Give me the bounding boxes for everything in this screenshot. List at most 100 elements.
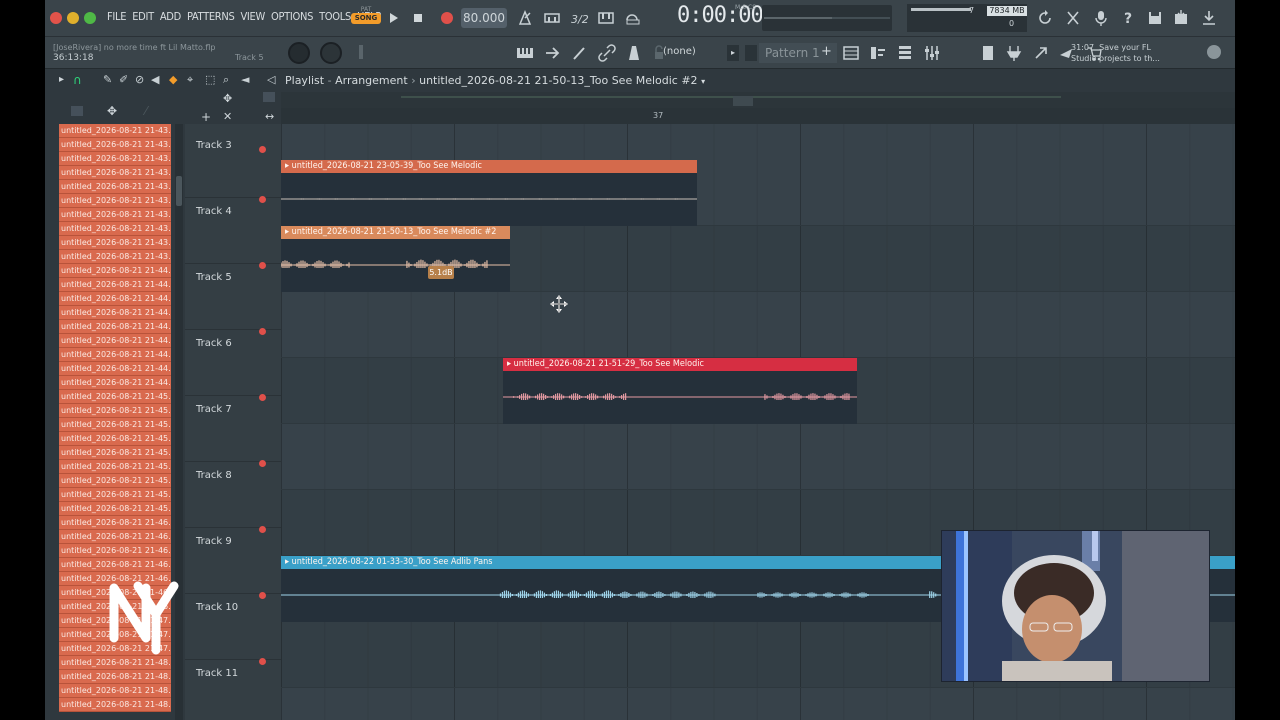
- metronome-small-icon[interactable]: [624, 43, 644, 63]
- track-header[interactable]: Track 10: [185, 594, 281, 665]
- tempo-display[interactable]: 80.000: [461, 8, 507, 28]
- track-lane[interactable]: [281, 424, 1235, 490]
- picker-item[interactable]: untitled_2026-08-21 21-43...: [59, 180, 171, 194]
- picker-item[interactable]: untitled_2026-08-21 21-44...: [59, 292, 171, 306]
- picker-item[interactable]: untitled_2026-08-21 21-46...: [59, 544, 171, 558]
- news-hint[interactable]: 31:07 Save your FL Studio projects to th…: [1071, 42, 1160, 64]
- play-icon[interactable]: [383, 8, 403, 28]
- picker-item[interactable]: untitled_2026-08-21 21-48...: [59, 670, 171, 684]
- download-icon[interactable]: [1199, 8, 1219, 28]
- audio-clip-title[interactable]: ▸ untitled_2026-08-21 21-51-29_Too See M…: [503, 358, 857, 371]
- browser-move-icon[interactable]: ✥: [107, 104, 117, 118]
- pattern-selector-none[interactable]: (none): [663, 46, 696, 57]
- track-header[interactable]: Track 7: [185, 396, 281, 467]
- step-edit-icon[interactable]: [596, 8, 616, 28]
- plugin-icon[interactable]: [1004, 43, 1024, 63]
- refresh-icon[interactable]: [1035, 8, 1055, 28]
- add-pattern-icon[interactable]: +: [821, 44, 832, 59]
- picker-item[interactable]: untitled_2026-08-21 21-48...: [59, 698, 171, 712]
- record-icon[interactable]: [437, 8, 457, 28]
- piano-roll-icon[interactable]: [868, 43, 888, 63]
- picker-scrollbar-thumb[interactable]: [176, 176, 182, 206]
- picker-item[interactable]: untitled_2026-08-21 21-46...: [59, 530, 171, 544]
- audio-clip-title[interactable]: ▸ untitled_2026-08-21 21-50-13_Too See M…: [281, 226, 510, 239]
- picker-item[interactable]: untitled_2026-08-21 21-46...: [59, 516, 171, 530]
- clip-menu-arrow-icon[interactable]: ▸: [285, 227, 292, 237]
- picker-item[interactable]: untitled_2026-08-21 21-45...: [59, 390, 171, 404]
- audio-clip[interactable]: ▸ untitled_2026-08-21 23-05-39_Too See M…: [281, 160, 697, 226]
- picker-item[interactable]: untitled_2026-08-21 21-44...: [59, 376, 171, 390]
- audio-clip-title[interactable]: ▸ untitled_2026-08-21 23-05-39_Too See M…: [281, 160, 697, 173]
- picker-item[interactable]: untitled_2026-08-21 21-44...: [59, 278, 171, 292]
- pat-song-toggle[interactable]: PAT SONG: [351, 6, 381, 30]
- pattern-prev-arrow-icon[interactable]: ▸: [727, 45, 739, 61]
- menu-view[interactable]: VIEW: [240, 10, 265, 23]
- picker-item[interactable]: untitled_2026-08-21 21-45...: [59, 404, 171, 418]
- menu-options[interactable]: OPTIONS: [271, 10, 313, 23]
- picker-item[interactable]: untitled_2026-08-21 21-43...: [59, 166, 171, 180]
- track-header[interactable]: Track 3: [185, 132, 281, 203]
- picker-item[interactable]: untitled_2026-08-21 21-45...: [59, 432, 171, 446]
- timeline-ruler[interactable]: 37: [281, 108, 1235, 124]
- picker-item[interactable]: untitled_2026-08-21 21-44...: [59, 264, 171, 278]
- mixer-icon[interactable]: [922, 43, 942, 63]
- track-lane[interactable]: [281, 292, 1235, 358]
- picker-item[interactable]: untitled_2026-08-21 21-43...: [59, 208, 171, 222]
- menu-edit[interactable]: EDIT: [132, 10, 154, 23]
- master-pitch-slider[interactable]: [359, 45, 363, 59]
- clip-menu-arrow-icon[interactable]: ▸: [285, 161, 292, 171]
- picker-item[interactable]: untitled_2026-08-21 21-43...: [59, 222, 171, 236]
- picker-item[interactable]: untitled_2026-08-21 21-43...: [59, 138, 171, 152]
- menu-add[interactable]: ADD: [160, 10, 181, 23]
- picker-item[interactable]: untitled_2026-08-21 21-44...: [59, 306, 171, 320]
- zoom-tool-icon[interactable]: ⌕: [223, 73, 229, 87]
- track-grid-icon[interactable]: [263, 92, 275, 102]
- audio-clip[interactable]: ▸ untitled_2026-08-21 21-50-13_Too See M…: [281, 226, 510, 292]
- track-move-icon[interactable]: ✥: [223, 92, 232, 105]
- picker-item[interactable]: untitled_2026-08-21 21-45...: [59, 446, 171, 460]
- brush-icon[interactable]: [570, 43, 590, 63]
- resize-track-icon[interactable]: ↔: [265, 110, 274, 123]
- delete-tool-icon[interactable]: ⊘: [135, 73, 144, 86]
- touch-icon[interactable]: [1031, 43, 1051, 63]
- pencil-tool-icon[interactable]: ✎: [103, 73, 112, 86]
- slice-tool-icon[interactable]: ⌖: [187, 73, 193, 87]
- playlist-icon[interactable]: [841, 43, 861, 63]
- picker-item[interactable]: untitled_2026-08-21 21-43...: [59, 194, 171, 208]
- browser-tab-icon[interactable]: [71, 106, 83, 116]
- playlist-title[interactable]: Playlist - Arrangement › untitled_2026-0…: [285, 74, 705, 87]
- picker-item[interactable]: untitled_2026-08-21 21-43...: [59, 236, 171, 250]
- picker-item[interactable]: untitled_2026-08-21 21-43...: [59, 250, 171, 264]
- close-track-icon[interactable]: ✕: [223, 110, 232, 123]
- picker-item[interactable]: untitled_2026-08-21 21-48...: [59, 656, 171, 670]
- save-as-icon[interactable]: [1171, 8, 1191, 28]
- picker-item[interactable]: untitled_2026-08-21 21-44...: [59, 348, 171, 362]
- microphone-icon[interactable]: [1091, 8, 1111, 28]
- select-tool-icon[interactable]: ⬚: [205, 73, 215, 86]
- channel-rack-icon[interactable]: [895, 43, 915, 63]
- countdown-icon[interactable]: 3/2: [569, 8, 589, 28]
- playlist-menu-arrow-icon[interactable]: ▸: [59, 74, 64, 85]
- stop-icon[interactable]: [408, 8, 428, 28]
- close-window-button[interactable]: [50, 12, 62, 24]
- playback-tool-icon[interactable]: ◄: [241, 73, 249, 86]
- slip-tool-icon[interactable]: ◆: [169, 73, 177, 86]
- menu-patterns[interactable]: PATTERNS: [187, 10, 235, 23]
- track-lane[interactable]: [281, 688, 1235, 720]
- arrow-right-icon[interactable]: [543, 43, 563, 63]
- metronome-icon[interactable]: [515, 8, 535, 28]
- link-icon[interactable]: [597, 43, 617, 63]
- track-header[interactable]: Track 11: [185, 660, 281, 720]
- picker-item[interactable]: untitled_2026-08-21 21-44...: [59, 362, 171, 376]
- loop-record-icon[interactable]: [623, 8, 643, 28]
- picker-item[interactable]: untitled_2026-08-21 21-43...: [59, 152, 171, 166]
- paint-tool-icon[interactable]: ✐: [119, 73, 128, 86]
- track-header[interactable]: Track 9: [185, 528, 281, 599]
- cut-icon[interactable]: [1063, 8, 1083, 28]
- track-mute-led[interactable]: [259, 146, 266, 153]
- minimize-window-button[interactable]: [67, 12, 79, 24]
- picker-item[interactable]: untitled_2026-08-21 21-45...: [59, 474, 171, 488]
- picker-item[interactable]: untitled_2026-08-21 21-45...: [59, 502, 171, 516]
- main-volume-knob[interactable]: [288, 42, 310, 64]
- picker-item[interactable]: untitled_2026-08-21 21-43...: [59, 124, 171, 138]
